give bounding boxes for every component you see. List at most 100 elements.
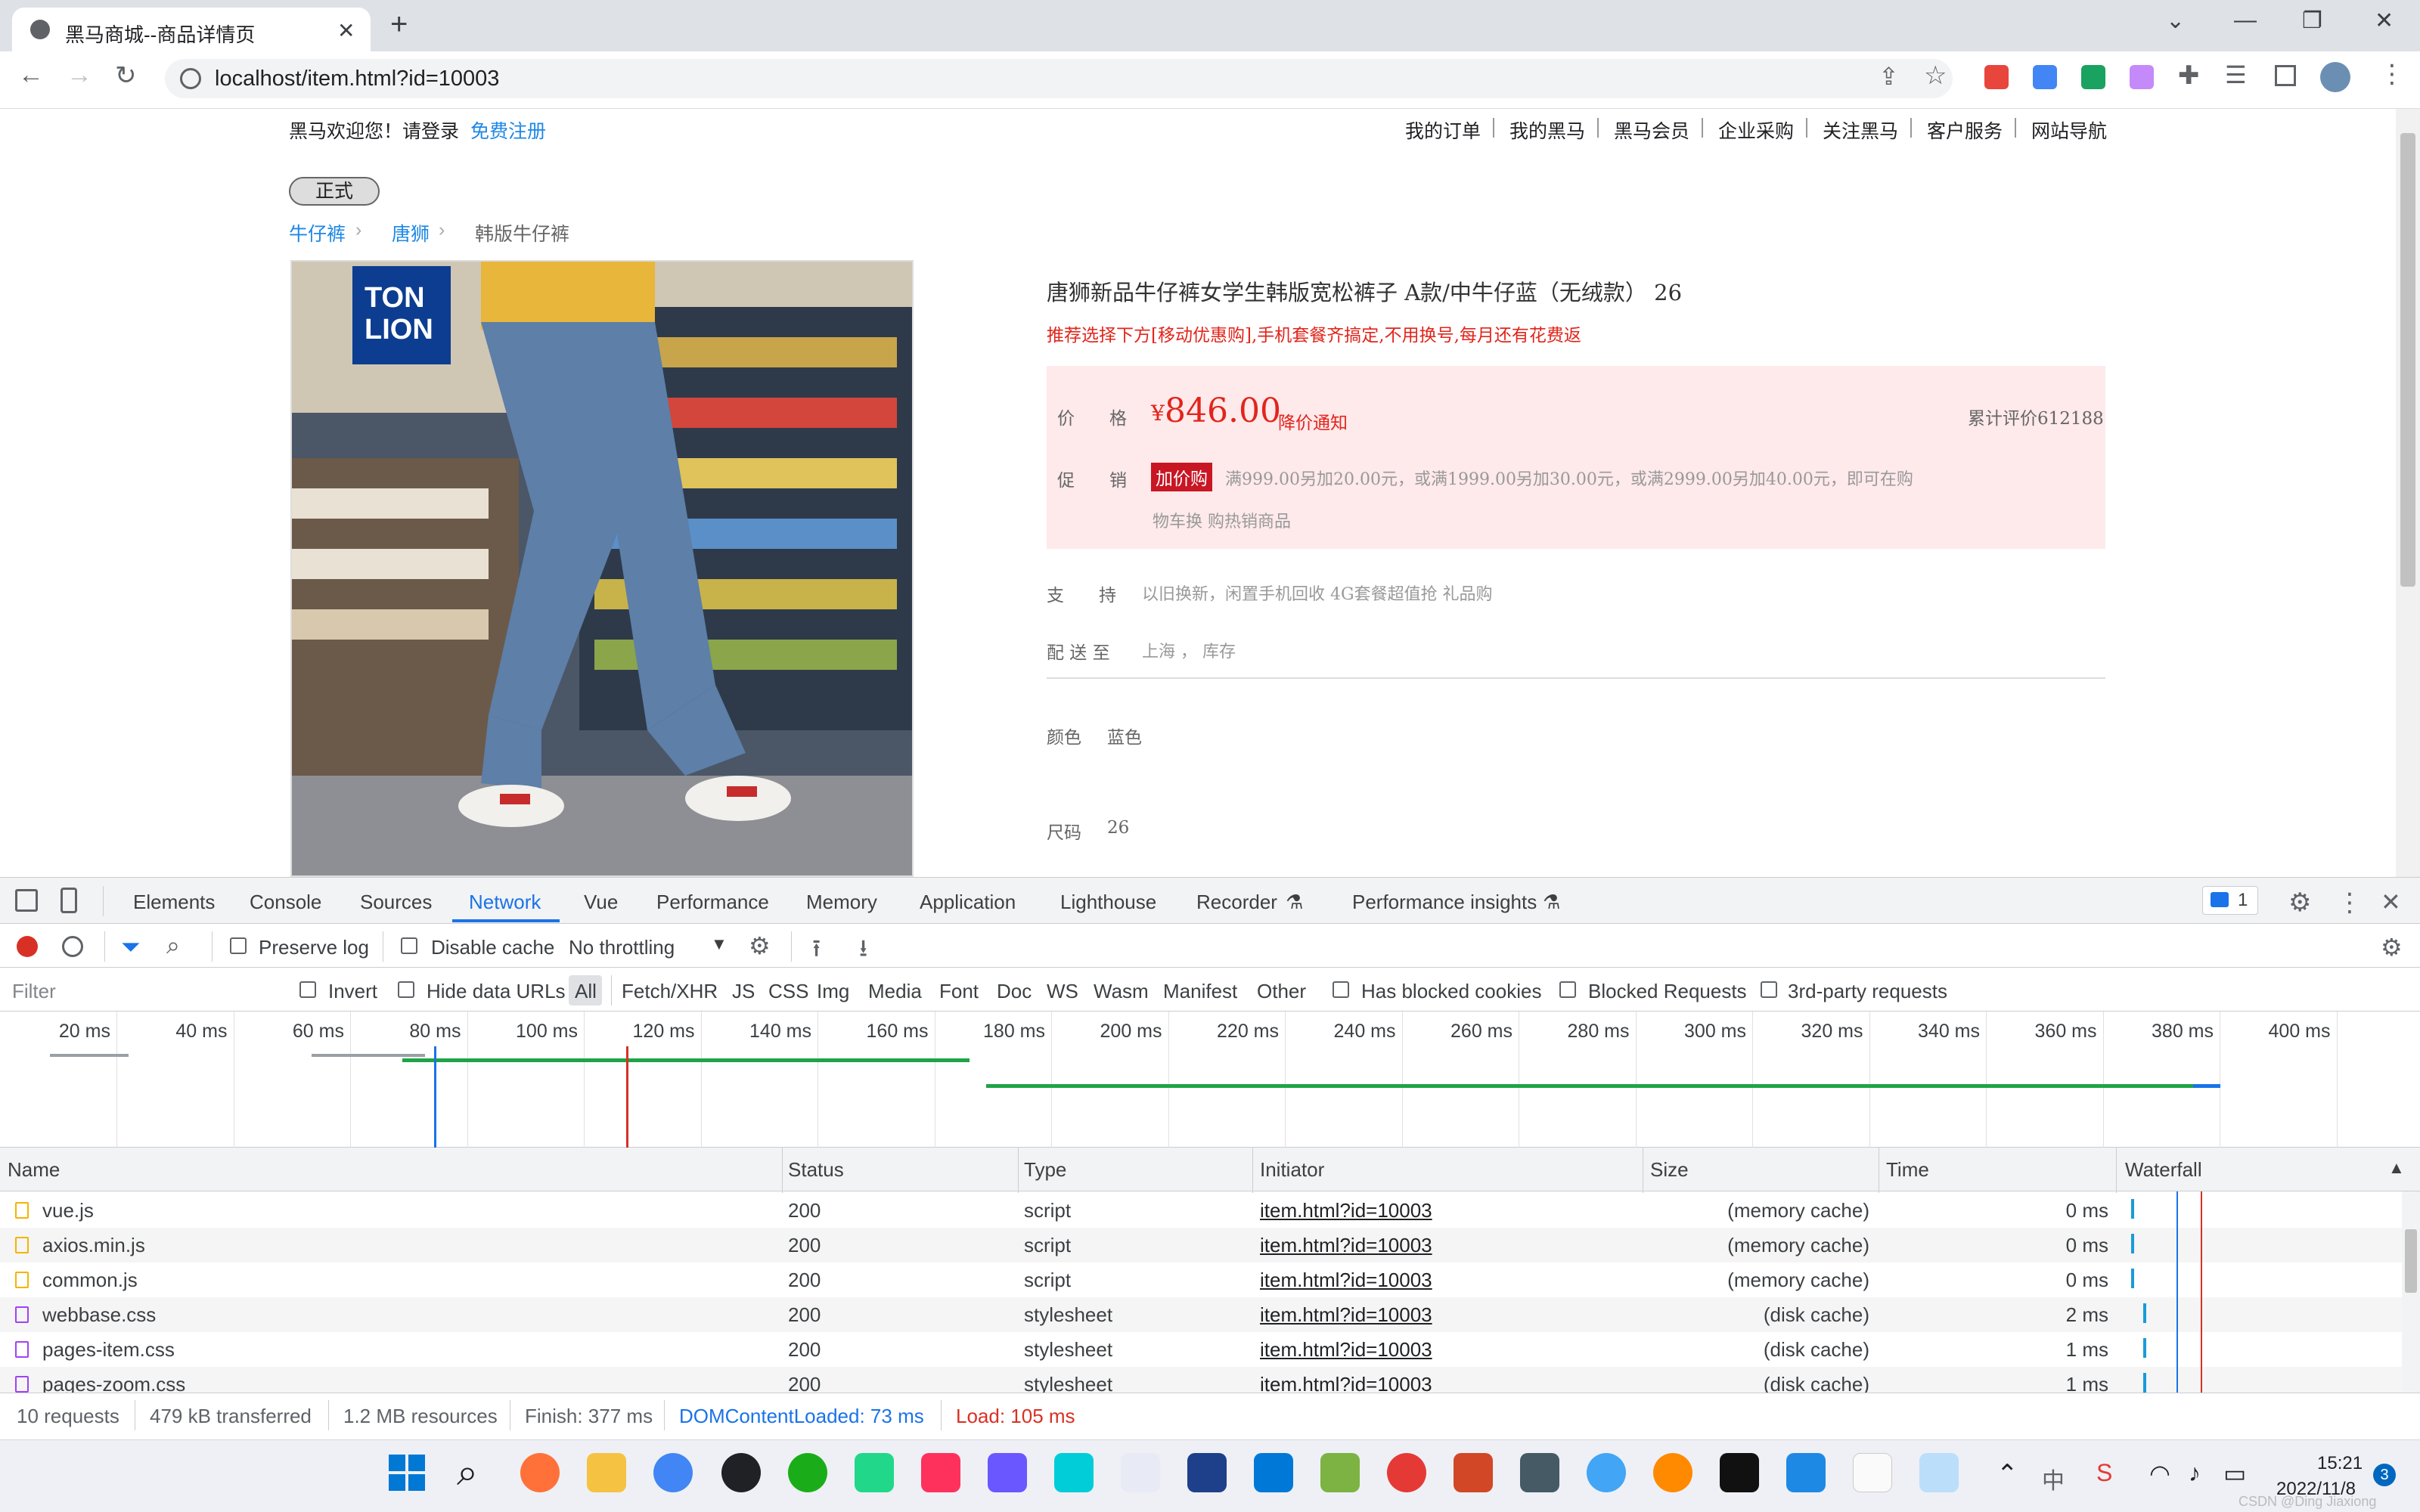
tab-recorder[interactable]: Recorder [1196,891,1277,914]
start-menu-icon[interactable] [389,1455,425,1491]
request-initiator[interactable]: item.html?id=10003 [1260,1199,1432,1222]
close-window-button[interactable]: ✕ [2375,8,2394,34]
page-scrollbar[interactable] [2396,109,2420,877]
tray-app-icon[interactable]: S [2096,1459,2112,1487]
input-method-icon[interactable]: 中 [2042,1462,2065,1495]
typora-icon[interactable] [1853,1453,1892,1492]
info-icon[interactable] [180,68,201,89]
record-icon[interactable] [17,936,38,957]
tab-application[interactable]: Application [920,891,1016,914]
chrome-icon[interactable] [653,1453,693,1492]
more-options-icon[interactable]: ⋮ [2337,888,2363,918]
top-link-my[interactable]: 我的黑马 [1509,116,1585,144]
app-icon[interactable] [1121,1453,1160,1492]
vue-devtools-icon[interactable] [2081,65,2105,89]
close-devtools-icon[interactable]: ✕ [2381,888,2401,916]
battery-icon[interactable]: ▭ [2223,1459,2246,1488]
minimize-button[interactable]: — [2234,8,2257,33]
top-link-service[interactable]: 客户服务 [1927,116,2003,144]
invert-checkbox[interactable] [299,981,316,998]
filter-other[interactable]: Other [1257,980,1306,1003]
color-option[interactable]: 蓝色 [1107,723,1142,748]
dropdown-arrow-icon[interactable]: ▼ [711,934,728,954]
third-party-checkbox[interactable] [1761,981,1777,998]
clear-icon[interactable] [62,936,83,957]
app-circle-icon[interactable] [1587,1453,1626,1492]
filter-js[interactable]: JS [732,980,755,1003]
review-count[interactable]: 累计评价612188 [1968,404,2104,429]
top-link-enterprise[interactable]: 企业采购 [1718,116,1794,144]
share-icon[interactable]: ⇪ [1879,62,1899,91]
side-panel-icon[interactable] [2275,65,2296,86]
intellij-icon[interactable] [921,1453,960,1492]
top-link-member[interactable]: 黑马会员 [1614,116,1689,144]
request-initiator[interactable]: item.html?id=10003 [1260,1303,1432,1327]
column-status[interactable]: Status [788,1158,844,1182]
filter-img[interactable]: Img [817,980,849,1003]
tray-chevron-icon[interactable]: ⌃ [1996,1459,2018,1489]
inspect-element-icon[interactable] [15,889,38,912]
top-link-nav[interactable]: 网站导航 [2031,116,2107,144]
register-link[interactable]: 免费注册 [470,116,546,144]
scroll-thumb[interactable] [2400,133,2415,587]
taskbar-search-icon[interactable]: ⌕ [457,1450,478,1495]
filter-ws[interactable]: WS [1047,980,1078,1003]
filter-css[interactable]: CSS [768,980,808,1003]
browser-red-icon[interactable] [1387,1453,1426,1492]
tab-console[interactable]: Console [250,891,321,914]
size-option[interactable]: 26 [1107,818,1129,838]
table-scrollbar[interactable] [2402,1191,2420,1393]
powerpoint-icon[interactable] [1454,1453,1493,1492]
remote-desktop-icon[interactable] [1520,1453,1559,1492]
disable-cache-checkbox[interactable] [401,937,417,954]
extension-red-icon[interactable] [1984,65,2009,89]
volume-icon[interactable]: ♪ [2189,1459,2201,1487]
snipaste-icon[interactable] [1786,1453,1826,1492]
wechat-icon[interactable] [788,1453,827,1492]
filter-funnel-icon[interactable]: ⏷ [121,933,141,962]
drawing-app-icon[interactable] [1320,1453,1360,1492]
price-notice-link[interactable]: 降价通知 [1278,408,1348,434]
tab-lighthouse[interactable]: Lighthouse [1060,891,1156,914]
puzzle-icon[interactable]: ✚ [2178,60,2200,91]
tab-sources[interactable]: Sources [360,891,432,914]
issues-button[interactable]: 1 [2202,886,2258,915]
new-tab-button[interactable]: + [390,8,408,42]
table-scroll-thumb[interactable] [2405,1229,2417,1293]
bookmark-star-icon[interactable]: ☆ [1924,60,1947,91]
tab-vue[interactable]: Vue [584,891,618,914]
breadcrumb-jeans[interactable]: 牛仔裤 [289,219,346,246]
column-initiator[interactable]: Initiator [1260,1158,1324,1182]
tab-memory[interactable]: Memory [806,891,877,914]
settings-gear-icon[interactable]: ⚙ [2288,888,2311,918]
column-type[interactable]: Type [1024,1158,1066,1182]
import-har-icon[interactable]: ⭱ [812,931,821,972]
address-bar[interactable]: localhost/item.html?id=10003 [165,59,1953,98]
wifi-icon[interactable]: ◠ [2149,1459,2170,1488]
tab-network[interactable]: Network [469,891,541,914]
reading-list-icon[interactable]: ☰ [2225,60,2247,89]
file-explorer-icon[interactable] [587,1453,626,1492]
throttling-select[interactable]: No throttling [569,936,675,959]
blocked-cookies-checkbox[interactable] [1333,981,1349,998]
notification-badge[interactable]: 3 [2373,1464,2396,1486]
export-har-icon[interactable]: ⭳ [859,931,867,972]
monitor-icon[interactable] [1919,1453,1959,1492]
url-text[interactable]: localhost/item.html?id=10003 [215,67,499,91]
top-link-follow[interactable]: 关注黑马 [1823,116,1898,144]
reload-icon[interactable]: ↻ [115,60,137,91]
filter-fetch-xhr[interactable]: Fetch/XHR [622,980,718,1003]
maximize-button[interactable]: ❐ [2302,8,2322,34]
request-initiator[interactable]: item.html?id=10003 [1260,1269,1432,1292]
filter-wasm[interactable]: Wasm [1094,980,1149,1003]
goland-icon[interactable] [988,1453,1027,1492]
env-badge[interactable]: 正式 [289,177,380,206]
request-initiator[interactable]: item.html?id=10003 [1260,1338,1432,1362]
webstorm-icon[interactable] [1054,1453,1094,1492]
filter-doc[interactable]: Doc [997,980,1032,1003]
column-size[interactable]: Size [1650,1158,1689,1182]
hide-data-urls-checkbox[interactable] [398,981,414,998]
avatar[interactable] [2320,62,2350,92]
clock-time[interactable]: 15:21 [2317,1453,2363,1474]
menu-dots-icon[interactable]: ⋮ [2379,59,2405,89]
